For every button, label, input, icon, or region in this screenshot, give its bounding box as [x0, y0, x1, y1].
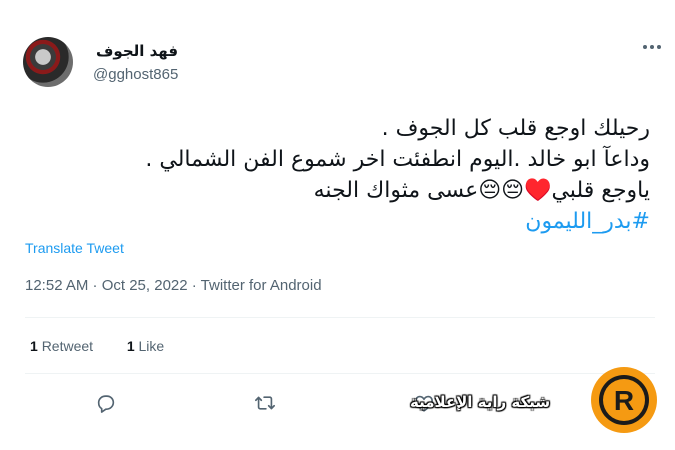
reply-icon — [97, 395, 115, 413]
tweet-timestamp[interactable]: 12:52 AM · Oct 25, 2022 · Twitter for An… — [25, 277, 322, 294]
tweet-text: رحيلك اوجع قلب كل الجوف . وداعآ ابو خالد… — [30, 113, 650, 237]
watermark-logo: R — [591, 367, 657, 433]
retweet-icon — [255, 396, 275, 410]
tweet-line: رحيلك اوجع قلب كل الجوف . — [381, 116, 650, 141]
tweet-card: فهد الجوف @gghost865 رحيلك اوجع قلب كل ا… — [0, 0, 675, 450]
like-count-link[interactable]: 1 Like — [127, 338, 164, 354]
author-handle[interactable]: @gghost865 — [93, 66, 178, 83]
avatar[interactable] — [23, 37, 73, 87]
tweet-line: ياوجع قلبي♥️😔😔عسى مثواك الجنه — [313, 178, 650, 203]
reply-button[interactable] — [91, 388, 121, 418]
tweet-stats: 1 Retweet 1 Like — [30, 338, 164, 354]
like-count: 1 — [126, 338, 135, 354]
divider — [25, 373, 655, 374]
like-count-label: Like — [138, 338, 165, 354]
retweet-count-label: Retweet — [41, 338, 94, 354]
tweet-line: وداعآ ابو خالد .اليوم انطفئت اخر شموع ال… — [145, 147, 650, 172]
logo-letter: R — [614, 385, 634, 416]
action-bar — [0, 388, 675, 418]
more-icon[interactable] — [643, 44, 661, 50]
retweet-button[interactable] — [250, 388, 280, 418]
retweet-count-link[interactable]: 1 Retweet — [30, 338, 93, 354]
hashtag-link[interactable]: #بدر_الليمون — [30, 206, 650, 237]
divider — [25, 317, 655, 318]
watermark-text: شبكة راية الإعلامية — [410, 393, 551, 411]
retweet-count: 1 — [30, 338, 38, 354]
translate-tweet-link[interactable]: Translate Tweet — [25, 240, 124, 256]
author-name[interactable]: فهد الجوف — [96, 42, 178, 60]
